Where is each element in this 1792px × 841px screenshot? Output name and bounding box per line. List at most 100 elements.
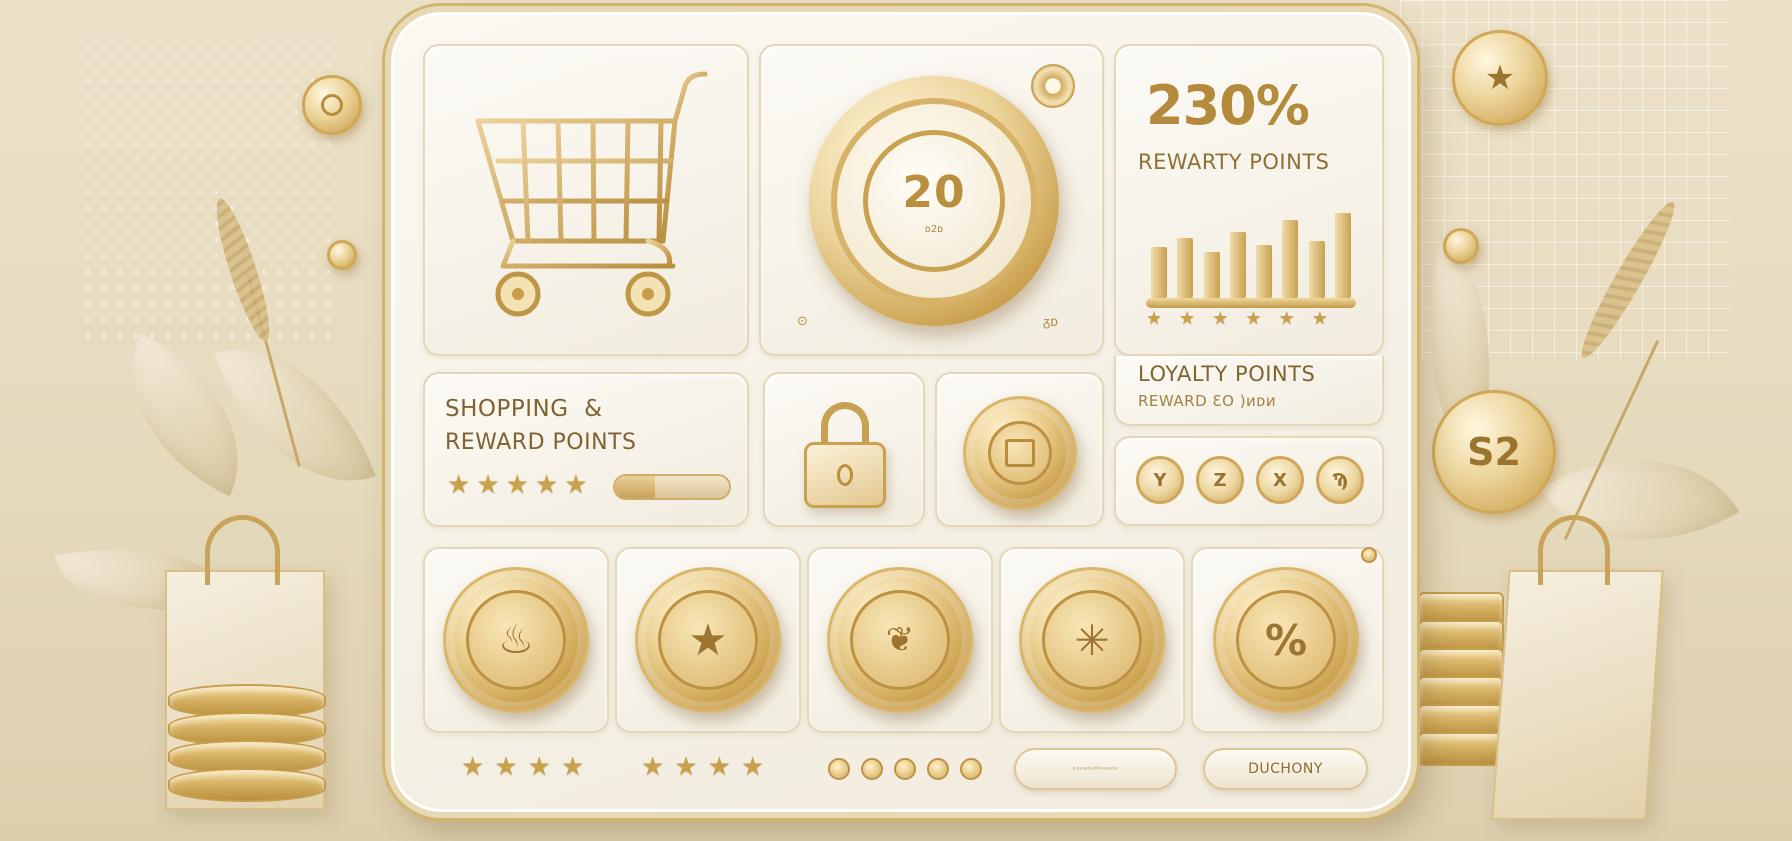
loyalty-subtitle: REWARD ƐO )ᴎᴅᴎ [1138,392,1277,410]
star-icon: ★ [527,752,551,782]
star-icon: ★ [1245,308,1262,329]
floating-coin [327,240,357,270]
star-icon: ★ [505,470,529,500]
loyalty-coins-card[interactable]: Y Z X Ϡ [1114,436,1384,526]
coin-icon-four[interactable]: Ϡ [1316,456,1364,504]
shopping-title-line2: REWARD POINTS [445,430,637,455]
bag-handle [205,515,280,585]
bar-mark [1151,247,1168,298]
dial-center: 20 ᴅ2ᴅ [863,130,1005,272]
s2-coin-icon: S2 [1432,390,1556,514]
leaf-decoration [214,316,376,514]
coin-stack-illustration [1418,592,1504,766]
rewards-dashboard-panel: 20 ᴅ2ᴅ ⊙ ᵹᴅ 230% REWARTY POINTS ★ ★ ★ ★ … [385,6,1417,818]
lock-card[interactable] [763,372,925,527]
reward-points-label: REWARTY POINTS [1138,150,1330,174]
reward-stats-card[interactable]: 230% REWARTY POINTS ★ ★ ★ ★ ★ ★ [1114,44,1384,356]
reward-progress-fill [615,476,655,498]
rating-stars[interactable]: ★ ★ ★ ★ [461,752,594,782]
star-icon: ★ [560,752,585,782]
badge-coin [963,396,1077,510]
dial-value: 20 [902,167,966,218]
star-icon: ★ [461,752,485,782]
duchony-button[interactable]: DUCHONY [1203,748,1368,790]
rating-stars: ★ ★ ★ ★ ★ ★ [1146,308,1345,329]
star-icon: ★ [707,752,731,782]
star-icon: ★ [674,752,698,782]
indicator-dot [1361,547,1377,563]
star-coin-icon: ★ [1452,30,1548,126]
sparkle-coin[interactable]: ✳ [1019,567,1165,713]
reward-bar-chart [1146,196,1356,316]
loyalty-title: LOYALTY POINTS [1138,362,1316,386]
gift-icon: ❦ [850,590,950,690]
lock-icon [804,442,886,508]
bar-mark [1229,231,1246,298]
star-icon: ★ [1212,308,1229,329]
coin-icon-y[interactable]: Y [1136,456,1184,504]
bar-mark [1256,244,1273,298]
shopping-title-line1: SHOPPING & [445,396,603,422]
dial-tick-right: ᵹᴅ [1043,315,1059,330]
floating-coin [1443,228,1479,264]
dial-knob[interactable] [1031,64,1075,108]
dotted-pattern [80,40,340,340]
pagination-dot[interactable] [828,758,850,780]
loyalty-points-card[interactable]: LOYALTY POINTS REWARD ƐO )ᴎᴅᴎ [1114,356,1384,426]
shopping-bag-illustration [1491,570,1664,820]
gift-coin[interactable]: ❦ [827,567,973,713]
reward-coin-tile[interactable]: ♨ [423,547,609,733]
badge-card[interactable] [935,372,1104,527]
chef-hat-coin[interactable]: ♨ [443,567,589,713]
pagination-dot[interactable] [927,758,949,780]
star-icon: ★ [494,752,518,782]
star-icon: ★ [641,752,665,782]
discount-coin[interactable]: % [1213,567,1359,713]
dial-tick-left: ⊙ [797,314,808,329]
pagination-dot[interactable] [861,758,883,780]
lock-shackle [821,402,869,446]
sparkle-icon: ✳ [1042,590,1142,690]
reward-coin-tile[interactable]: ★ [615,547,801,733]
bar-mark [1282,219,1299,298]
bar-mark [1308,240,1325,298]
reward-percentage: 230% [1146,74,1310,137]
bar-mark [1203,252,1220,298]
reward-coin-tile[interactable]: ❦ [807,547,993,733]
redeem-button[interactable]: ᵃˢᵉᵃᵉᵃᴹᵘᵉᵃᵉᵉ [1014,748,1177,790]
bar-mark [1177,238,1194,298]
star-icon: ★ [1311,308,1328,329]
floating-coin [302,75,362,135]
bar-chart-base [1146,298,1356,308]
shopping-cart-card[interactable] [423,44,749,356]
star-icon: ★ [447,470,471,500]
bar-mark [1334,213,1351,298]
coin-icon-x[interactable]: X [1256,456,1304,504]
star-icon: ★ [1278,308,1295,329]
box-icon [988,421,1052,485]
star-icon: ★ [476,470,500,500]
star-coin[interactable]: ★ [635,567,781,713]
star-icon: ★ [564,470,588,500]
chef-hat-icon: ♨ [466,590,566,690]
bag-handle [1538,515,1610,585]
reward-coin-tile[interactable]: ✳ [999,547,1185,733]
pagination-dot[interactable] [894,758,916,780]
dial-ring: 20 ᴅ2ᴅ [831,98,1037,304]
star-icon: ★ [740,752,765,782]
shopping-reward-card[interactable]: SHOPPING & REWARD POINTS ★ ★ ★ ★ ★ [423,372,749,527]
percent-icon: % [1236,590,1336,690]
reward-coin-tile[interactable]: % [1191,547,1384,733]
keyhole-icon [837,464,853,486]
rating-stars[interactable]: ★ ★ ★ ★ [641,752,774,782]
rating-stars: ★ ★ ★ ★ ★ [447,470,594,500]
coin-icon-z[interactable]: Z [1196,456,1244,504]
star-icon: ★ [534,470,559,500]
reward-progress-bar[interactable] [613,474,731,500]
coin-stack-illustration [168,684,326,802]
points-dial: 20 ᴅ2ᴅ [809,76,1059,326]
star-icon: ★ [1146,308,1163,329]
points-dial-card[interactable]: 20 ᴅ2ᴅ ⊙ ᵹᴅ [759,44,1104,356]
pagination-dot[interactable] [960,758,982,780]
dial-sub-label: ᴅ2ᴅ [924,224,944,235]
